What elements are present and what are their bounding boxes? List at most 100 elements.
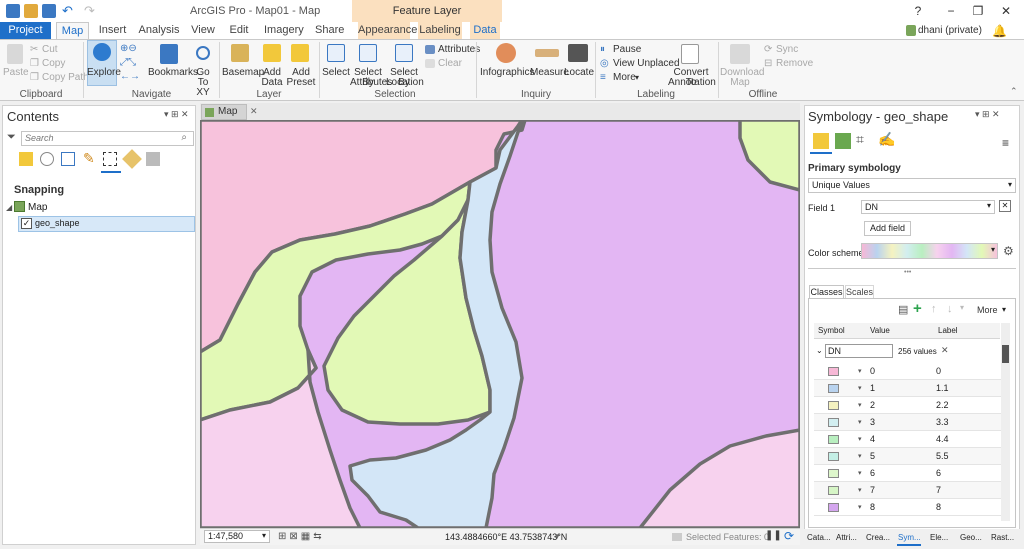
class-label[interactable]: 5.5 [936, 448, 949, 465]
symbology-method-dropdown[interactable]: Unique Values ▾ [808, 178, 1016, 193]
select-button[interactable]: Select [322, 68, 350, 78]
paste-button[interactable]: Paste [3, 68, 29, 78]
chevron-down-icon[interactable]: ▾ [858, 431, 862, 448]
dock-tab-catalog[interactable]: Cata... [807, 533, 831, 542]
cut-button[interactable]: Cut [42, 44, 58, 56]
clear-selection-button[interactable]: Clear [438, 58, 462, 70]
class-row[interactable]: ▾ 3 3.3 [814, 414, 1001, 431]
add-data-line2[interactable]: Data [258, 78, 286, 88]
pane-options-icon[interactable]: ▾ ⊞ ✕ [975, 109, 1000, 120]
tab-edit[interactable]: Edit [228, 22, 250, 39]
chevron-down-icon[interactable]: ▾ [858, 414, 862, 431]
select-by-location-line2[interactable]: Location [386, 78, 424, 88]
add-values-icon[interactable]: ▤ [898, 303, 908, 316]
restore-icon[interactable]: ❐ [970, 3, 986, 19]
redo-icon[interactable]: ↷ [84, 4, 98, 18]
class-symbol-swatch[interactable] [828, 435, 839, 444]
expand-map-icon[interactable]: ◢ [6, 203, 12, 212]
collapse-ribbon-icon[interactable]: ⌃ [1010, 86, 1018, 97]
chevron-down-icon[interactable]: ▾ [858, 397, 862, 414]
move-down-icon[interactable]: ↓ [947, 303, 953, 315]
map-canvas[interactable] [200, 120, 800, 528]
group-field-heading[interactable]: DN [825, 344, 893, 358]
undo-icon[interactable]: ↶ [62, 4, 76, 18]
infographics-button[interactable]: Infographics [480, 68, 534, 78]
dock-tab-raster[interactable]: Rast... [991, 533, 1014, 542]
class-symbol-swatch[interactable] [828, 469, 839, 478]
class-row[interactable]: ▾ 7 7 [814, 482, 1001, 499]
class-label[interactable]: 6 [936, 465, 941, 482]
bookmarks-button[interactable]: Bookmarks [148, 68, 198, 78]
dock-tab-geoprocessing[interactable]: Geo... [960, 533, 982, 542]
field1-dropdown[interactable]: DN ▾ [861, 200, 995, 214]
list-by-drawing-order-icon[interactable] [19, 152, 33, 166]
select-by-attributes-line2[interactable]: Attributes [350, 78, 392, 88]
zoom-tools-icon[interactable]: ⊕⊖ ⤢⤡ ←→ [120, 42, 144, 86]
copy-button[interactable]: Copy [42, 58, 65, 70]
attributes-button[interactable]: Attributes [438, 44, 480, 56]
tab-labeling[interactable]: Labeling [418, 22, 462, 39]
vary-symbology-icon[interactable]: ⌗ [856, 131, 864, 148]
layer-tree-item[interactable]: geo_shape [35, 218, 80, 228]
chevron-down-icon[interactable]: ▾ [858, 448, 862, 465]
user-account[interactable]: dhani (private) [918, 25, 982, 36]
menu-icon[interactable]: ≡ [1002, 136, 1009, 150]
move-up-icon[interactable]: ↑ [931, 303, 937, 315]
dock-tab-create[interactable]: Crea... [866, 533, 890, 542]
class-symbol-swatch[interactable] [828, 418, 839, 427]
add-preset-line2[interactable]: Preset [286, 78, 316, 88]
add-field-button[interactable]: Add field [864, 221, 911, 236]
tab-classes[interactable]: Classes [809, 285, 844, 299]
tab-map[interactable]: Map [56, 22, 89, 39]
coordinate-system-dropdown-icon[interactable]: ▾ [555, 531, 560, 542]
remove-group-icon[interactable]: ✕ [941, 345, 949, 356]
list-by-snapping-icon[interactable] [103, 152, 117, 166]
convert-to-annotation-line2[interactable]: Annotation [668, 78, 716, 88]
refresh-icon[interactable]: ⟳ [784, 529, 794, 543]
new-project-icon[interactable] [6, 4, 20, 18]
tab-view[interactable]: View [190, 22, 216, 39]
class-row[interactable]: ▾ 6 6 [814, 465, 1001, 482]
class-row[interactable]: ▾ 1 1.1 [814, 380, 1001, 397]
more-menu-button[interactable]: More [977, 305, 998, 315]
list-by-perspective-icon[interactable] [146, 152, 160, 166]
class-row[interactable]: ▾ 8 8 [814, 499, 1001, 516]
list-by-editing-icon[interactable]: ✎ [83, 150, 95, 167]
copy-path-button[interactable]: Copy Path [42, 72, 89, 84]
help-button[interactable]: ? [910, 3, 926, 19]
chevron-down-icon[interactable]: ▾ [858, 465, 862, 482]
color-scheme-dropdown[interactable] [861, 243, 998, 259]
class-symbol-swatch[interactable] [828, 384, 839, 393]
list-by-selection-icon[interactable] [61, 152, 75, 166]
class-symbol-swatch[interactable] [828, 486, 839, 495]
explore-button[interactable]: Explore [87, 68, 121, 78]
chevron-down-icon[interactable]: ▾ [858, 482, 862, 499]
tab-data[interactable]: Data [470, 22, 500, 39]
class-label[interactable]: 0 [936, 363, 941, 380]
class-label[interactable]: 4.4 [936, 431, 949, 448]
map-nav-tools-icon[interactable]: ⊞⊠▦⇆ [278, 531, 325, 542]
tab-project[interactable]: Project [0, 22, 51, 39]
save-icon[interactable] [42, 4, 56, 18]
tab-scales[interactable]: Scales [845, 285, 874, 299]
close-map-tab-icon[interactable]: ✕ [250, 106, 258, 117]
sync-button[interactable]: Sync [776, 44, 798, 56]
chevron-down-icon[interactable]: ▾ [858, 380, 862, 397]
layer-visibility-checkbox[interactable]: ✓ [21, 218, 32, 229]
class-symbol-swatch[interactable] [828, 503, 839, 512]
chevron-down-icon[interactable]: ▾ [858, 499, 862, 516]
contents-search-input[interactable]: Search ⌕ [21, 131, 194, 146]
class-symbol-swatch[interactable] [828, 367, 839, 376]
gear-icon[interactable]: ⚙ [1003, 244, 1014, 258]
pause-drawing-icon[interactable]: ❚❚ [765, 530, 782, 541]
pane-splitter[interactable] [808, 268, 1016, 269]
close-icon[interactable]: ✕ [998, 3, 1014, 19]
chevron-down-icon[interactable]: ▾ [858, 363, 862, 380]
more-labeling-button[interactable]: More [613, 72, 636, 84]
class-label[interactable]: 7 [936, 482, 941, 499]
scrollbar-thumb[interactable] [1002, 345, 1009, 363]
pane-options-icon[interactable]: ▾ ⊞ ✕ [164, 109, 189, 120]
class-label[interactable]: 1.1 [936, 380, 949, 397]
minimize-icon[interactable]: − [943, 3, 959, 19]
splitter-grip-icon[interactable]: ••• [904, 269, 911, 276]
